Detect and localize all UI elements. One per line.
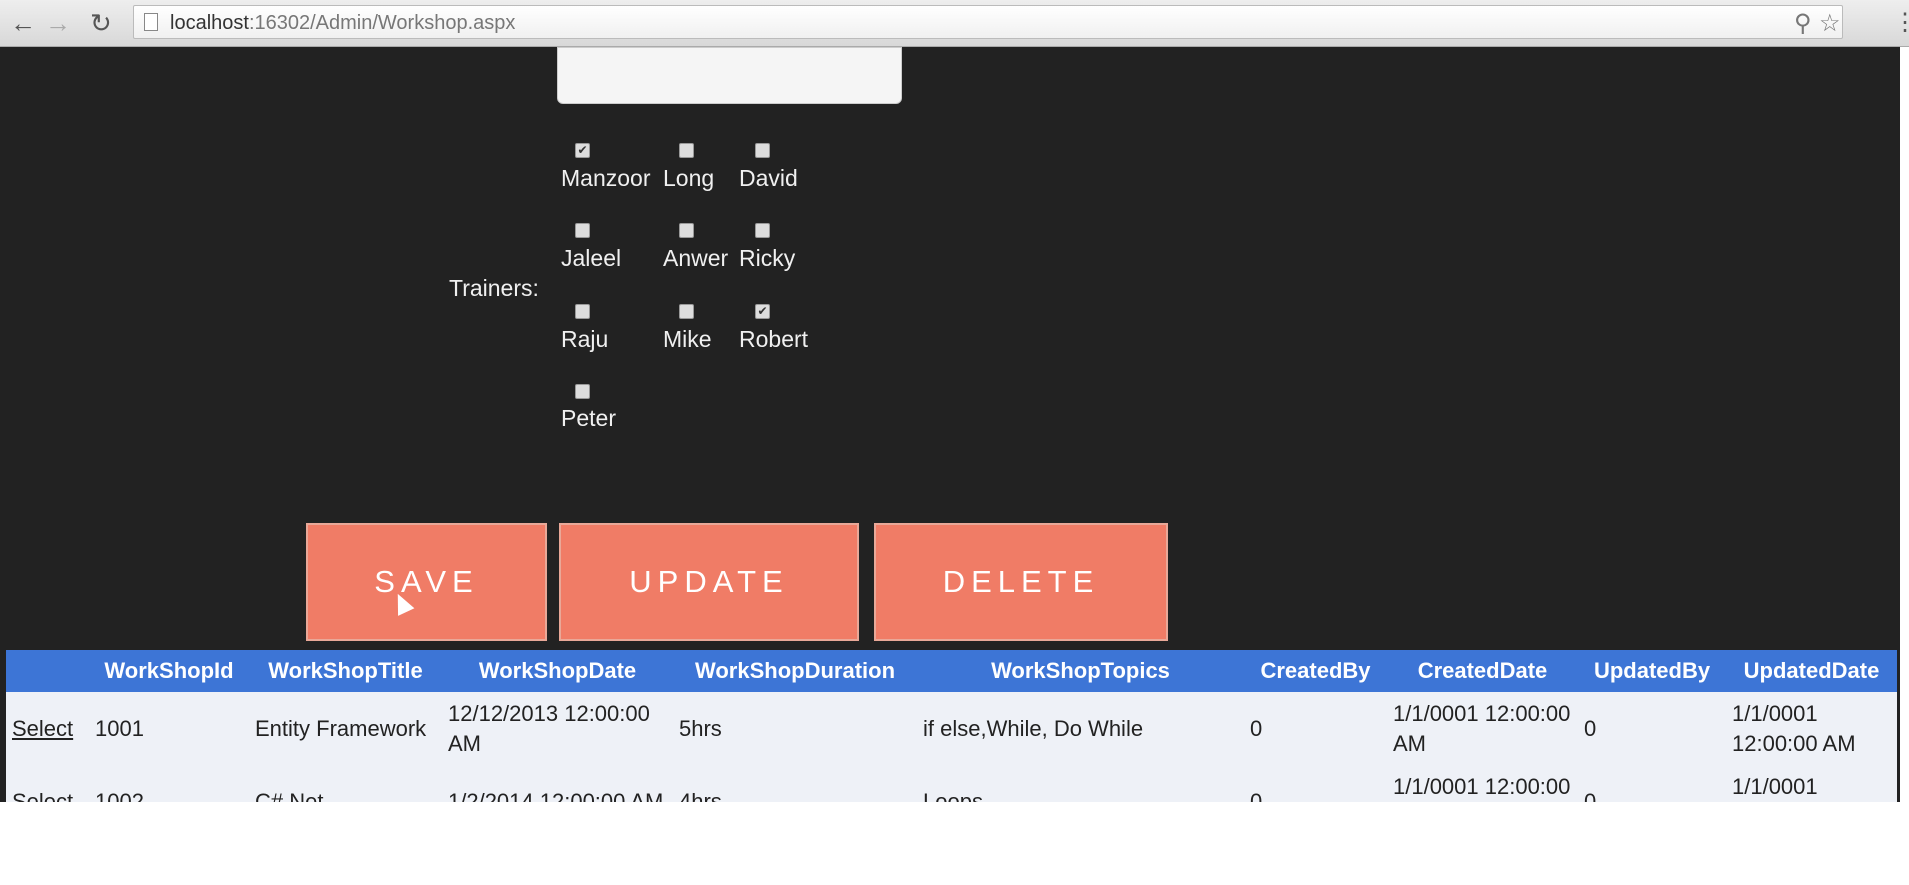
column-header: WorkShopTitle bbox=[249, 650, 442, 692]
trainer-checkbox-manzoor[interactable]: ✔ bbox=[575, 143, 590, 158]
column-header: CreatedDate bbox=[1387, 650, 1578, 692]
select-link[interactable]: Select bbox=[12, 789, 73, 803]
trainer-checkbox-david[interactable] bbox=[755, 143, 770, 158]
table-cell: Select bbox=[6, 765, 89, 802]
trainer-label: Robert bbox=[739, 326, 809, 352]
forward-icon[interactable]: → bbox=[45, 8, 71, 39]
table-cell: Loops bbox=[917, 765, 1244, 802]
address-bar[interactable]: localhost:16302/Admin/Workshop.aspx ⚲ ☆ bbox=[133, 5, 1843, 39]
update-button[interactable]: UPDATE bbox=[559, 523, 859, 641]
table-cell: C#.Net bbox=[249, 765, 442, 802]
select-link[interactable]: Select bbox=[12, 716, 73, 741]
table-cell: 0 bbox=[1244, 692, 1387, 765]
trainer-label: Mike bbox=[663, 326, 712, 352]
table-cell: 0 bbox=[1578, 692, 1726, 765]
trainer-label: Long bbox=[663, 165, 715, 191]
table-row: Select 1002 C#.Net 1/2/2014 12:00:00 AM 4hrs… bbox=[6, 765, 1897, 802]
trainer-checkbox-ricky[interactable] bbox=[755, 223, 770, 238]
workshop-grid: WorkShopId WorkShopTitle WorkShopDate WorkS… bbox=[6, 650, 1897, 802]
column-header: UpdatedBy bbox=[1578, 650, 1726, 692]
trainer-checkbox-anwer[interactable] bbox=[679, 223, 694, 238]
table-cell: 1001 bbox=[89, 692, 249, 765]
topics-textarea[interactable] bbox=[557, 47, 902, 104]
column-header: WorkShopDate bbox=[442, 650, 673, 692]
star-icon[interactable]: ☆ bbox=[1819, 9, 1841, 38]
trainer-label: Peter bbox=[561, 405, 616, 431]
table-cell: 0 bbox=[1244, 765, 1387, 802]
trainer-label: Jaleel bbox=[561, 245, 622, 271]
table-row: Select 1001 Entity Framework 12/12/2013 12:… bbox=[6, 692, 1897, 765]
trainer-label: Ricky bbox=[739, 245, 796, 271]
trainers-label: Trainers: bbox=[449, 275, 539, 301]
reload-icon[interactable]: ↻ bbox=[90, 8, 112, 39]
trainer-label: Anwer bbox=[663, 245, 729, 271]
trainer-checkbox-peter[interactable] bbox=[575, 384, 590, 399]
column-header: CreatedBy bbox=[1244, 650, 1387, 692]
table-cell: 1/1/0001 12:00:00 AM bbox=[1387, 765, 1578, 802]
table-cell: Select bbox=[6, 692, 89, 765]
grid-header-row: WorkShopId WorkShopTitle WorkShopDate WorkS… bbox=[6, 650, 1897, 692]
table-cell: 5hrs bbox=[673, 692, 917, 765]
table-cell: 0 bbox=[1578, 765, 1726, 802]
trainer-checkbox-robert[interactable]: ✔ bbox=[755, 304, 770, 319]
table-cell: 1/1/0001 12:00:00 AM bbox=[1726, 765, 1897, 802]
table-cell: Entity Framework bbox=[249, 692, 442, 765]
trainer-checkbox-jaleel[interactable] bbox=[575, 223, 590, 238]
table-cell: 4hrs bbox=[673, 765, 917, 802]
trainer-label: Manzoor bbox=[561, 165, 651, 191]
table-cell: if else,While, Do While bbox=[917, 692, 1244, 765]
table-cell: 1002 bbox=[89, 765, 249, 802]
save-button[interactable]: SAVE bbox=[306, 523, 547, 641]
table-cell: 1/1/0001 12:00:00 AM bbox=[1726, 692, 1897, 765]
column-header: WorkShopTopics bbox=[917, 650, 1244, 692]
trainer-label: Raju bbox=[561, 326, 609, 352]
page-content: Trainers: ✔ Manzoor Long David Jaleel Anwer Ri… bbox=[0, 47, 1900, 802]
browser-toolbar: ← → ↻ localhost:16302/Admin/Workshop.asp… bbox=[0, 0, 1909, 47]
back-icon[interactable]: ← bbox=[10, 8, 36, 39]
column-header bbox=[6, 650, 89, 692]
column-header: WorkShopDuration bbox=[673, 650, 917, 692]
trainer-label: David bbox=[739, 165, 798, 191]
delete-button[interactable]: DELETE bbox=[874, 523, 1168, 641]
table-cell: 1/2/2014 12:00:00 AM bbox=[442, 765, 673, 802]
trainer-checkbox-raju[interactable] bbox=[575, 304, 590, 319]
trainer-checkbox-mike[interactable] bbox=[679, 304, 694, 319]
zoom-icon[interactable]: ⚲ bbox=[1794, 9, 1812, 38]
page-icon bbox=[144, 13, 158, 31]
menu-icon[interactable]: ⋮ bbox=[1893, 8, 1909, 37]
trainer-checkbox-long[interactable] bbox=[679, 143, 694, 158]
table-cell: 12/12/2013 12:00:00 AM bbox=[442, 692, 673, 765]
column-header: WorkShopId bbox=[89, 650, 249, 692]
url-text: localhost:16302/Admin/Workshop.aspx bbox=[170, 12, 516, 34]
column-header: UpdatedDate bbox=[1726, 650, 1897, 692]
table-cell: 1/1/0001 12:00:00 AM bbox=[1387, 692, 1578, 765]
